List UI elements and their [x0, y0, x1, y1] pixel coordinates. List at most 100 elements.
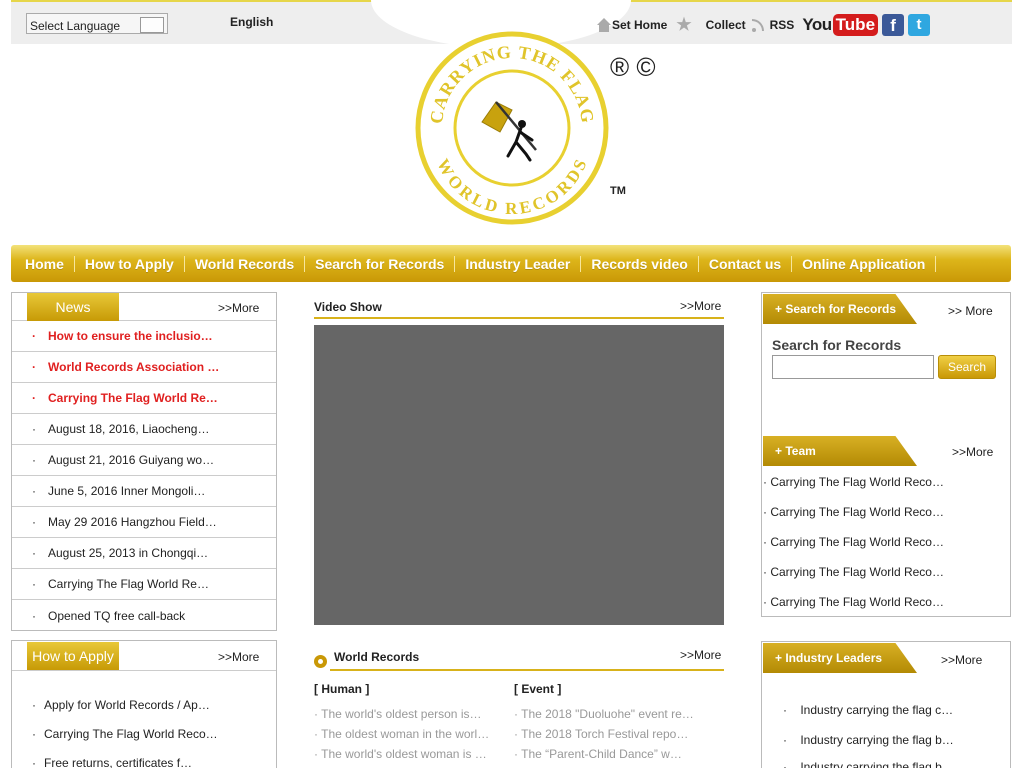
how-to-apply-more-link[interactable]: >>More: [218, 650, 259, 664]
news-item[interactable]: · August 21, 2016 Guiyang wo…: [12, 445, 276, 476]
team-item[interactable]: · Carrying The Flag World Reco…: [763, 535, 944, 549]
bullet-icon: ·: [32, 453, 36, 467]
nav-industry-leader[interactable]: Industry Leader: [459, 255, 582, 272]
event-record-item[interactable]: · The 2018 Torch Festival repo…: [514, 727, 688, 741]
language-select[interactable]: Select Language: [26, 13, 168, 34]
team-tab[interactable]: + Team: [763, 436, 917, 466]
plus-icon: +: [775, 444, 786, 458]
search-label: Search for Records: [772, 337, 902, 353]
industry-item[interactable]: · Industry carrying the flag b…: [783, 733, 954, 747]
industry-tab-label: Industry Leaders: [785, 651, 883, 665]
bullet-icon: ·: [32, 422, 36, 436]
how-to-apply-tab[interactable]: How to Apply: [27, 642, 119, 670]
news-tab[interactable]: News: [27, 293, 119, 321]
language-english-link[interactable]: English: [230, 15, 273, 29]
team-item[interactable]: · Carrying The Flag World Reco…: [763, 505, 944, 519]
event-category-header[interactable]: [ Event ]: [514, 682, 561, 696]
industry-item[interactable]: · Industry carrying the flag b…: [783, 760, 954, 768]
nav-home[interactable]: Home: [19, 255, 75, 272]
human-record-text: The world's oldest woman is …: [321, 747, 487, 761]
event-record-item[interactable]: · The “Parent-Child Dance” w…: [514, 747, 682, 761]
video-show-title: Video Show: [314, 300, 382, 314]
news-item[interactable]: · August 18, 2016, Liaocheng…: [12, 414, 276, 445]
search-tab-label: Search for Records: [785, 302, 897, 316]
bullet-icon: ·: [32, 484, 36, 498]
video-show-more-link[interactable]: >>More: [680, 299, 721, 313]
team-tab-label: Team: [785, 444, 816, 458]
news-item-text: August 18, 2016, Liaocheng…: [48, 422, 210, 436]
video-player[interactable]: [314, 325, 724, 625]
apply-item[interactable]: · Apply for World Records / Ap…: [12, 690, 276, 719]
search-more-link[interactable]: >> More: [948, 304, 993, 318]
industry-item-text: Industry carrying the flag c…: [800, 703, 954, 717]
news-item[interactable]: · June 5, 2016 Inner Mongoli…: [12, 476, 276, 507]
facebook-icon[interactable]: f: [882, 14, 905, 36]
news-list: · How to ensure the inclusio… · World Reco…: [12, 321, 276, 631]
news-item[interactable]: · May 29 2016 Hangzhou Field…: [12, 507, 276, 538]
apply-item-text: Apply for World Records / Ap…: [44, 697, 210, 712]
news-item-text: August 25, 2013 in Chongqi…: [48, 546, 209, 560]
world-records-divider: [330, 669, 724, 671]
news-item-text: May 29 2016 Hangzhou Field…: [48, 515, 217, 529]
news-more-link[interactable]: >>More: [218, 301, 259, 315]
industry-item[interactable]: · Industry carrying the flag c…: [783, 703, 953, 717]
human-record-text: The world's oldest person is…: [321, 707, 482, 721]
news-item[interactable]: · How to ensure the inclusio…: [12, 321, 276, 352]
nav-search-for-records[interactable]: Search for Records: [309, 255, 456, 272]
apply-item-text: Free returns, certificates f…: [44, 755, 193, 768]
industry-item-text: Industry carrying the flag b…: [800, 760, 954, 768]
news-item[interactable]: · World Records Association …: [12, 352, 276, 383]
registered-copyright-marks: ® ©: [610, 52, 656, 82]
news-item-text: June 5, 2016 Inner Mongoli…: [48, 484, 206, 498]
bullet-icon: ·: [32, 546, 36, 560]
bullet-icon: ·: [32, 360, 36, 374]
news-item[interactable]: · August 25, 2013 in Chongqi…: [12, 538, 276, 569]
language-dropdown-button[interactable]: [140, 17, 164, 33]
news-item[interactable]: · Carrying The Flag World Re…: [12, 569, 276, 600]
team-item[interactable]: · Carrying The Flag World Reco…: [763, 565, 944, 579]
apply-item[interactable]: · Free returns, certificates f…: [12, 748, 276, 768]
search-input[interactable]: [772, 355, 934, 379]
twitter-icon[interactable]: t: [908, 14, 931, 36]
how-to-apply-panel: How to Apply >>More · Apply for World Rec…: [11, 640, 277, 768]
search-tab[interactable]: + Search for Records: [763, 294, 917, 324]
collect-label: Collect: [705, 18, 746, 32]
team-more-link[interactable]: >>More: [952, 445, 993, 459]
set-home-label: Set Home: [612, 18, 668, 32]
human-record-item[interactable]: · The oldest woman in the worl…: [314, 727, 489, 741]
news-item-text: Opened TQ free call-back: [48, 608, 186, 623]
apply-item[interactable]: · Carrying The Flag World Reco…: [12, 719, 276, 748]
search-button[interactable]: Search: [938, 355, 996, 379]
human-record-item[interactable]: · The world's oldest person is…: [314, 707, 481, 721]
team-item-text: Carrying The Flag World Reco…: [770, 475, 944, 489]
news-item[interactable]: · Carrying The Flag World Re…: [12, 383, 276, 414]
human-record-item[interactable]: · The world's oldest woman is …: [314, 747, 487, 761]
plus-icon: +: [775, 302, 786, 316]
news-item-text: Carrying The Flag World Re…: [48, 577, 209, 591]
team-item[interactable]: · Carrying The Flag World Reco…: [763, 595, 944, 609]
nav-contact-us[interactable]: Contact us: [703, 255, 793, 272]
team-item[interactable]: · Carrying The Flag World Reco…: [763, 475, 944, 489]
human-category-header[interactable]: [ Human ]: [314, 682, 369, 696]
bullet-icon: ·: [32, 515, 36, 529]
video-show-divider: [314, 317, 724, 319]
plus-icon: +: [775, 651, 786, 665]
nav-records-video[interactable]: Records video: [585, 255, 699, 272]
industry-more-link[interactable]: >>More: [941, 653, 982, 667]
team-item-text: Carrying The Flag World Reco…: [770, 505, 944, 519]
nav-world-records[interactable]: World Records: [189, 255, 306, 272]
nav-online-application[interactable]: Online Application: [796, 255, 937, 272]
site-logo[interactable]: CARRYING THE FLAG WORLD RECORDS: [414, 30, 610, 226]
industry-leaders-tab[interactable]: + Industry Leaders: [763, 643, 917, 673]
how-to-apply-list: · Apply for World Records / Ap… · Carrying…: [12, 671, 276, 768]
collect-link[interactable]: Collect: [706, 18, 746, 32]
youtube-icon-you: You: [802, 15, 832, 34]
rss-link[interactable]: RSS: [751, 18, 794, 32]
bullet-icon: ·: [32, 755, 36, 768]
event-record-item[interactable]: · The 2018 "Duoluohe" event re…: [514, 707, 694, 721]
news-item[interactable]: · Opened TQ free call-back: [12, 600, 276, 631]
youtube-link[interactable]: You Tube: [802, 14, 879, 36]
world-records-more-link[interactable]: >>More: [680, 648, 721, 662]
page: Select Language English Set Home ★ Colle…: [0, 0, 1024, 768]
nav-how-to-apply[interactable]: How to Apply: [79, 255, 185, 272]
